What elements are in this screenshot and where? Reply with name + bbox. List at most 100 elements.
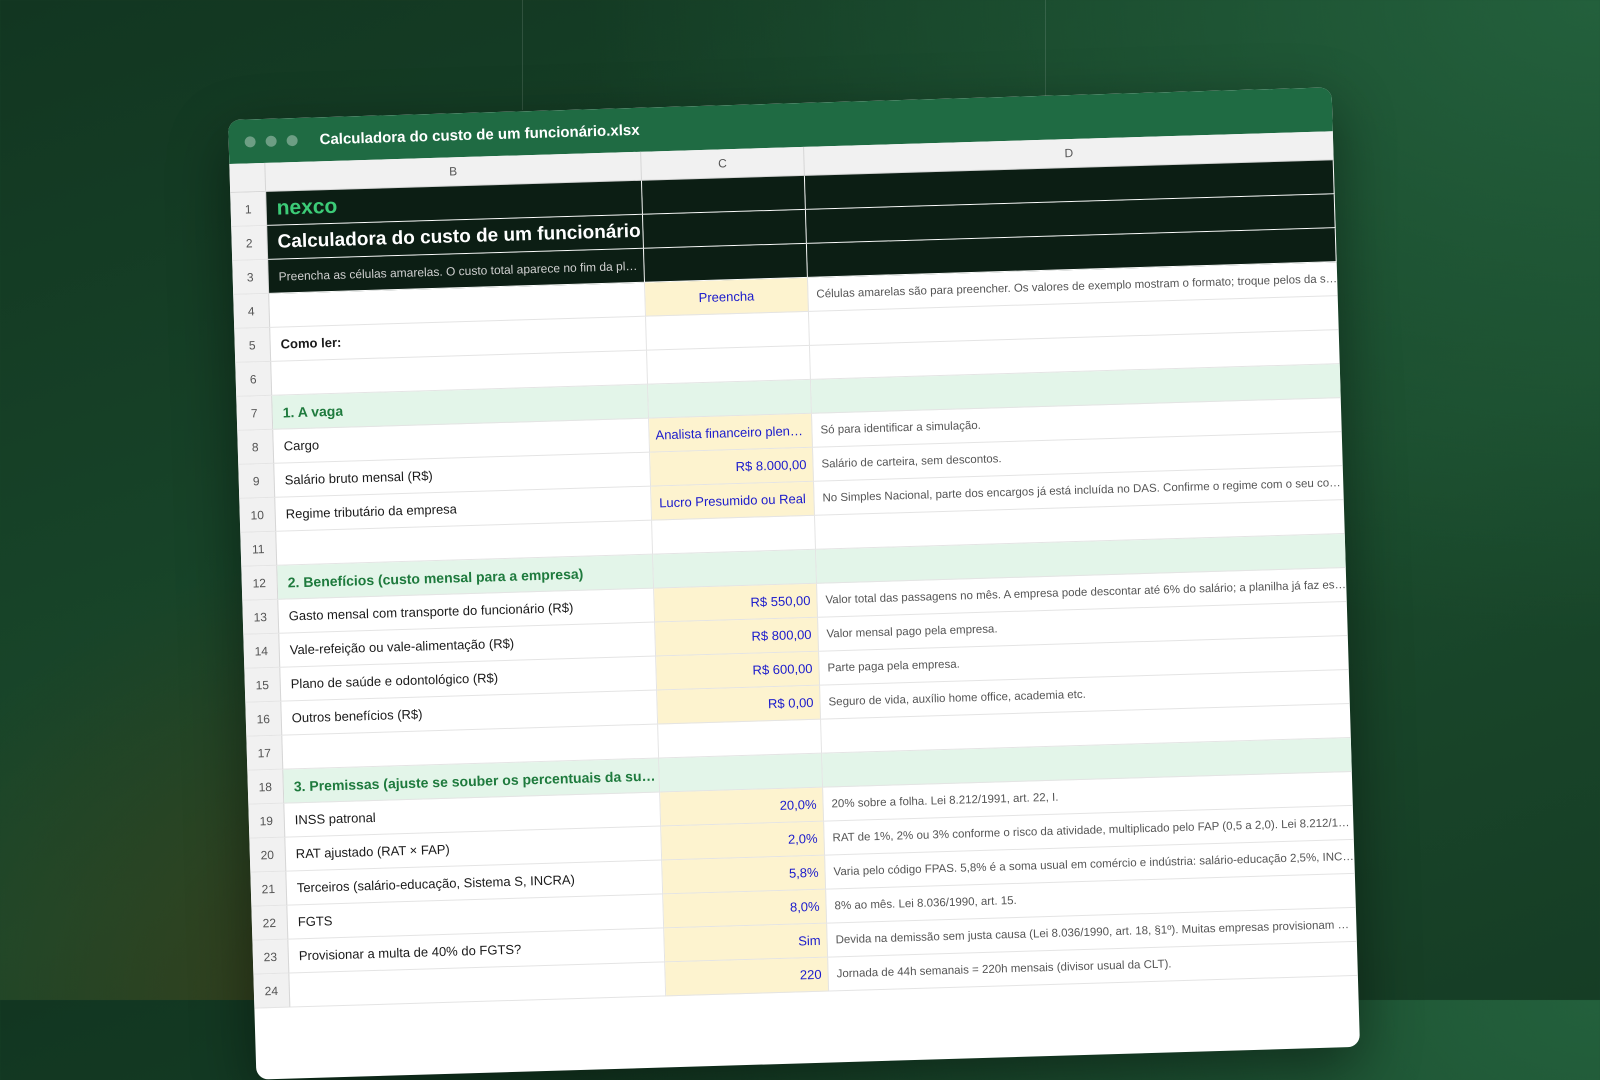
cell-c22[interactable]: 8,0%	[663, 889, 828, 929]
input-value: R$ 800,00	[751, 626, 812, 644]
cell-c18[interactable]	[659, 753, 824, 793]
cell-note: Só para identificar a simulação.	[820, 419, 982, 437]
row-number[interactable]: 3	[232, 259, 270, 295]
section-title: 3. Premissas (ajuste se souber os percen…	[293, 767, 659, 794]
cell-note: Parte paga pela empresa.	[827, 658, 960, 674]
row-number[interactable]: 24	[253, 973, 291, 1009]
row-number[interactable]: 21	[250, 871, 288, 907]
spreadsheet-window: Calculadora do custo de um funcionário.x…	[228, 87, 1360, 1080]
cell-c8[interactable]: Analista financeiro pleno (exemplo)	[649, 413, 813, 453]
cell-c6[interactable]	[647, 345, 811, 385]
cell-c24[interactable]: 220	[665, 957, 830, 997]
cell-c17[interactable]	[658, 719, 823, 759]
cell-c20[interactable]: 2,0%	[661, 821, 826, 861]
section-title: 1. A vaga	[282, 402, 344, 421]
cell-note: Devida na demissão sem justa causa (Lei …	[835, 918, 1357, 946]
input-value: 2,0%	[787, 830, 818, 847]
column-header-c[interactable]: C	[641, 146, 805, 180]
cell-c15[interactable]: R$ 600,00	[656, 651, 821, 691]
row-number[interactable]: 15	[244, 667, 282, 703]
field-label: Terceiros (salário-educação, Sistema S, …	[296, 872, 576, 896]
field-label: Cargo	[283, 437, 320, 454]
field-label: Provisionar a multa de 40% do FGTS?	[298, 941, 522, 964]
cell-note: Seguro de vida, auxílio home office, aca…	[828, 688, 1087, 708]
input-value: R$ 600,00	[752, 660, 813, 678]
cell-c1[interactable]	[641, 175, 806, 215]
cell-note: 8% ao mês. Lei 8.036/1990, art. 15.	[834, 894, 1017, 912]
cell-c13[interactable]: R$ 550,00	[654, 583, 819, 623]
row-number[interactable]: 7	[236, 395, 274, 431]
background-line	[522, 0, 523, 110]
row-number[interactable]: 14	[243, 633, 281, 669]
legend-fill-label: Preencha	[698, 288, 755, 306]
row-number[interactable]: 20	[249, 837, 287, 873]
input-value: 5,8%	[788, 864, 819, 881]
sheet-subtitle: Preencha as células amarelas. O custo to…	[278, 258, 644, 284]
cell-c5[interactable]	[646, 311, 810, 351]
row-number[interactable]: 5	[234, 327, 272, 363]
window-title: Calculadora do custo de um funcionário.x…	[319, 121, 640, 148]
brand-logo-text: nexco	[276, 194, 338, 220]
cell-note: RAT de 1%, 2% ou 3% conforme o risco da …	[832, 816, 1354, 844]
field-label: FGTS	[297, 913, 333, 930]
input-value: 220	[799, 966, 822, 983]
row-number[interactable]: 2	[231, 225, 269, 261]
row-number[interactable]: 23	[252, 939, 290, 975]
how-to-read-label: Como ler:	[280, 334, 342, 352]
row-number[interactable]: 9	[238, 463, 276, 499]
input-value: R$ 0,00	[767, 694, 814, 712]
input-value: Analista financeiro pleno (exemplo)	[655, 423, 806, 443]
row-number[interactable]: 8	[237, 429, 275, 465]
input-value: Lucro Presumido ou Real	[658, 491, 807, 511]
row-number[interactable]: 13	[242, 599, 280, 635]
row-number[interactable]: 6	[235, 361, 273, 397]
minimize-window-dot[interactable]	[265, 135, 277, 147]
cell-note: Varia pelo código FPAS. 5,8% é a soma us…	[833, 850, 1355, 878]
cell-note: Células amarelas são para preencher. Os …	[816, 272, 1338, 301]
cell-c7[interactable]	[648, 379, 812, 419]
cell-c4[interactable]: Preencha	[645, 277, 809, 317]
sheet-grid: 1 nexco 2 Calculadora do custo de um fun…	[230, 160, 1358, 1009]
field-label: Gasto mensal com transporte do funcionár…	[288, 599, 574, 624]
row-number[interactable]: 4	[233, 293, 271, 329]
section-title: 2. Benefícios (custo mensal para a empre…	[287, 565, 584, 590]
field-label: INSS patronal	[294, 809, 376, 828]
cell-c12[interactable]	[653, 549, 818, 589]
row-number[interactable]: 1	[230, 191, 268, 227]
cell-c16[interactable]: R$ 0,00	[657, 685, 822, 725]
background-line	[1045, 0, 1046, 110]
row-number[interactable]: 12	[241, 565, 279, 601]
cell-c19[interactable]: 20,0%	[660, 787, 825, 827]
row-number[interactable]: 17	[246, 735, 284, 771]
sheet-title: Calculadora do custo de um funcionário	[277, 220, 641, 253]
input-value: 20,0%	[779, 796, 817, 813]
row-number[interactable]: 11	[240, 531, 278, 567]
field-label: RAT ajustado (RAT × FAP)	[295, 841, 450, 862]
input-value: Sim	[797, 932, 821, 949]
cell-c2[interactable]	[642, 209, 807, 249]
cell-c3[interactable]	[644, 243, 808, 283]
row-number[interactable]: 16	[245, 701, 283, 737]
cell-c14[interactable]: R$ 800,00	[655, 617, 820, 657]
cell-note: Jornada de 44h semanais = 220h mensais (…	[836, 957, 1172, 980]
cell-note: Salário de carteira, sem descontos.	[821, 452, 1002, 471]
field-label: Regime tributário da empresa	[285, 501, 458, 522]
cell-note: No Simples Nacional, parte dos encargos …	[822, 476, 1344, 505]
field-label: Salário bruto mensal (R$)	[284, 468, 433, 488]
row-number[interactable]: 22	[251, 905, 289, 941]
row-number[interactable]: 19	[248, 803, 286, 839]
row-number[interactable]: 18	[247, 769, 285, 805]
cell-note: Valor total das passagens no mês. A empr…	[825, 578, 1347, 606]
cell-c21[interactable]: 5,8%	[662, 855, 827, 895]
field-label: Outros benefícios (R$)	[291, 706, 423, 726]
cell-c10[interactable]: Lucro Presumido ou Real	[651, 481, 815, 521]
close-window-dot[interactable]	[244, 135, 256, 148]
input-value: 8,0%	[789, 898, 820, 915]
select-all-corner[interactable]	[229, 162, 267, 192]
cell-c9[interactable]: R$ 8.000,00	[650, 447, 814, 487]
cell-note: Valor mensal pago pela empresa.	[826, 622, 998, 640]
row-number[interactable]: 10	[239, 497, 277, 533]
cell-c11[interactable]	[652, 515, 817, 555]
cell-c23[interactable]: Sim	[664, 923, 829, 963]
zoom-window-dot[interactable]	[286, 134, 298, 146]
